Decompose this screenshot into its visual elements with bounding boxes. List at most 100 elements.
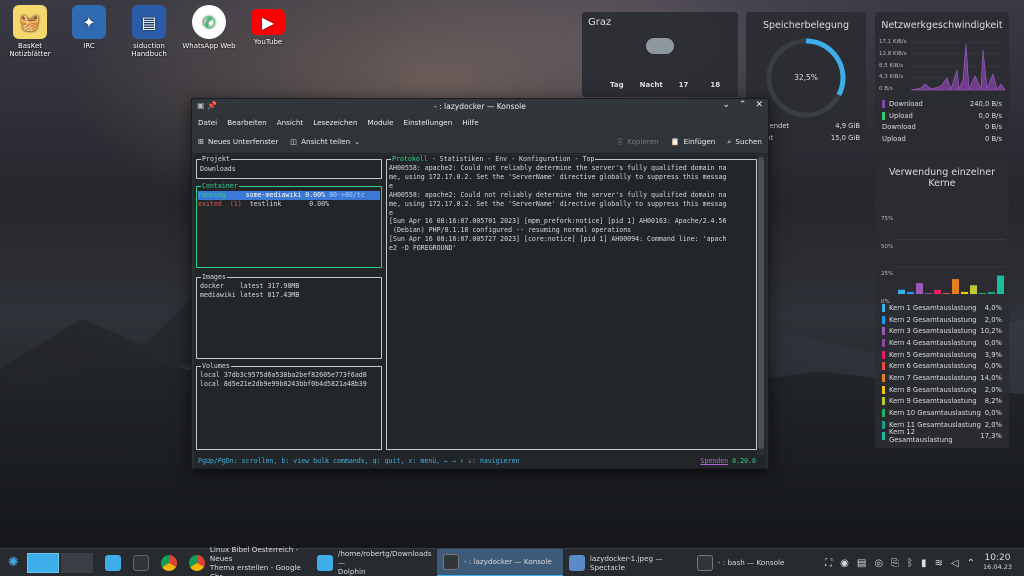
menu-datei[interactable]: Datei xyxy=(198,118,217,127)
bluetooth-icon[interactable]: ᛒ xyxy=(907,558,913,569)
paste-icon: 📋 xyxy=(670,137,680,146)
menu-ansicht[interactable]: Ansicht xyxy=(277,118,304,127)
core-legend-row: Kern 10 Gesamtauslastung 0,0% xyxy=(875,407,1009,419)
core-tick: 25% xyxy=(881,271,894,277)
irc-icon: ✦ xyxy=(72,5,106,39)
menu-bearbeiten[interactable]: Bearbeiten xyxy=(227,118,267,127)
new-tab-button[interactable]: ⊞ Neues Unterfenster xyxy=(198,137,278,146)
launcher-konsole[interactable] xyxy=(127,549,155,576)
menubar: Datei Bearbeiten Ansicht Lesezeichen Mod… xyxy=(192,114,768,130)
task-label: Linux Bibel Oesterreich - Neues Thema er… xyxy=(209,544,301,576)
paste-button[interactable]: 📋 Einfügen xyxy=(671,137,716,147)
konsole-titlebar[interactable]: ▣ 📌 - : lazydocker — Konsole ⌄ ⌃ ✕ xyxy=(192,99,768,114)
wifi-icon[interactable]: ≋ xyxy=(935,558,943,569)
terminal-icon xyxy=(442,553,459,570)
volume-icon[interactable]: ◁ xyxy=(951,558,959,569)
pin-icon[interactable]: ▣ 📌 xyxy=(197,101,217,110)
youtube-icon: ▶ xyxy=(251,9,285,35)
menu-lesezeichen[interactable]: Lesezeichen xyxy=(313,118,357,127)
log-line: e xyxy=(389,181,393,190)
copy-label: Kopieren xyxy=(627,137,659,146)
cores-widget: Verwendung einzelner Kerne 75% 50% 25% 0… xyxy=(875,158,1009,448)
konsole-window[interactable]: ▣ 📌 - : lazydocker — Konsole ⌄ ⌃ ✕ Datei… xyxy=(191,98,769,469)
log-pane[interactable]: Protokoll - Statistiken - Env - Konfigur… xyxy=(386,155,757,450)
core-legend-row: Kern 5 Gesamtauslastung 3,9% xyxy=(875,349,1009,361)
image-row[interactable]: mediawiki latest 817.43MB xyxy=(200,291,381,300)
split-view-button[interactable]: ◫ Ansicht teilen ⌄ xyxy=(290,137,360,146)
chevron-down-icon: ⌄ xyxy=(354,137,361,146)
terminal-scrollbar[interactable] xyxy=(757,155,765,455)
notes-icon[interactable]: ▤ xyxy=(857,558,866,569)
net-upload2-value: 0 B/s xyxy=(985,135,1002,144)
scrollbar-thumb[interactable] xyxy=(758,157,764,449)
container-row[interactable]: exited (1) testlink 0.00% xyxy=(198,200,380,209)
tab-others[interactable]: - Statistiken - Env - Konfiguration - To… xyxy=(428,155,595,163)
launcher-dolphin[interactable] xyxy=(99,549,127,576)
weather-night-label: Nacht xyxy=(639,81,663,89)
images-pane[interactable]: Images docker latest 317.98MB mediawiki … xyxy=(196,273,382,359)
find-button[interactable]: ⌕ Suchen xyxy=(727,137,762,147)
core-color-swatch xyxy=(882,420,885,429)
close-icon[interactable]: ✕ xyxy=(755,100,763,110)
core-legend-row: Kern 6 Gesamtauslastung 0,0% xyxy=(875,360,1009,372)
image-row[interactable]: docker latest 317.98MB xyxy=(200,282,381,291)
net-upload2-label: Upload xyxy=(882,135,906,144)
task-lazydocker[interactable]: - : lazydocker — Konsole xyxy=(436,548,563,576)
updates-icon[interactable]: ◉ xyxy=(840,558,849,569)
log-line: [Sun Apr 16 08:16:07.005701 2023] [mpm_p… xyxy=(389,217,727,226)
menu-module[interactable]: Module xyxy=(367,118,393,127)
core-bar xyxy=(907,291,914,294)
menu-hilfe[interactable]: Hilfe xyxy=(462,118,478,127)
core-legend-row: Kern 4 Gesamtauslastung 0,0% xyxy=(875,337,1009,349)
book-icon: ▤ xyxy=(132,5,166,39)
core-legend-row: Kern 2 Gesamtauslastung 2,0% xyxy=(875,314,1009,326)
net-tick: 17,1 KiB/s xyxy=(879,39,907,45)
minimize-icon[interactable]: ⌄ xyxy=(722,100,730,110)
volume-row[interactable]: local 8d5e21e2db9e99b8243bbf0b4d5821a48b… xyxy=(200,380,381,389)
project-pane[interactable]: Projekt Downloads xyxy=(196,155,382,179)
core-color-swatch xyxy=(882,303,885,312)
core-bar xyxy=(997,275,1004,294)
memory-used-value: 4,9 GiB xyxy=(835,122,860,130)
log-line: e2 -D FOREGROUND' xyxy=(389,244,457,253)
net-tick: 0 B/s xyxy=(879,86,893,93)
tab-protokoll[interactable]: Protokoll xyxy=(392,155,428,163)
maximize-icon[interactable]: ⌃ xyxy=(739,100,747,110)
clock[interactable]: 10:20 16.04.23 xyxy=(983,554,1012,572)
desktop-pager-1[interactable] xyxy=(26,552,59,573)
media-icon[interactable]: ◎ xyxy=(874,558,883,569)
task-chrome[interactable]: Linux Bibel Oesterreich - Neues Thema er… xyxy=(183,545,311,576)
taskbar: ✺ Linux Bibel Oesterreich - Neues Thema … xyxy=(0,545,1024,576)
container-cpu: 0.00% xyxy=(309,199,330,208)
paste-label: Einfügen xyxy=(683,137,716,146)
task-bash[interactable]: - : bash — Konsole xyxy=(691,549,811,576)
launcher-chrome[interactable] xyxy=(155,549,183,576)
donate-link[interactable]: Spenden xyxy=(700,457,728,465)
volume-row[interactable]: local 37db3c9575d6a538ba2bef82605e773f6a… xyxy=(200,371,381,380)
chrome-icon xyxy=(160,554,177,571)
expand-tray-icon[interactable]: ⌃ xyxy=(967,558,975,569)
log-line: AH00558: apache2: Could not reliably det… xyxy=(389,164,727,172)
desktop-icon-youtube[interactable]: ▶ YouTube xyxy=(233,5,303,46)
network-manager-icon[interactable]: ⛶ xyxy=(825,558,832,569)
network-graph xyxy=(911,41,1005,91)
menu-einstellungen[interactable]: Einstellungen xyxy=(404,118,453,127)
task-dolphin[interactable]: /home/robertg/Downloads — Dolphin xyxy=(311,549,437,576)
clipboard-icon[interactable]: ⎘ xyxy=(891,558,899,569)
core-value: 0,0% xyxy=(984,362,1002,371)
copy-button[interactable]: ⎘ Kopieren xyxy=(617,137,658,147)
container-row[interactable]: running some-mediawiki 0.00% 80->80/tc xyxy=(198,191,380,200)
desktop-pager-2[interactable] xyxy=(60,552,93,573)
task-spectacle[interactable]: lazydocker-1.jpeg — Spectacle xyxy=(563,549,691,576)
volumes-pane[interactable]: Volumes local 37db3c9575d6a538ba2bef8260… xyxy=(196,362,382,450)
terminal-icon xyxy=(132,554,149,571)
battery-icon[interactable]: ▮ xyxy=(921,558,927,569)
cloud-icon xyxy=(646,38,674,54)
core-value: 14,0% xyxy=(980,373,1002,382)
container-pane[interactable]: Container running some-mediawiki 0.00% 8… xyxy=(196,182,382,268)
terminal-area[interactable]: Projekt Downloads Container running some… xyxy=(194,155,766,468)
net-upload-label: Upload xyxy=(889,111,913,120)
app-launcher-button[interactable]: ✺ xyxy=(0,549,27,576)
core-color-swatch xyxy=(882,362,885,371)
core-label: Kern 10 Gesamtauslastung xyxy=(889,409,981,418)
